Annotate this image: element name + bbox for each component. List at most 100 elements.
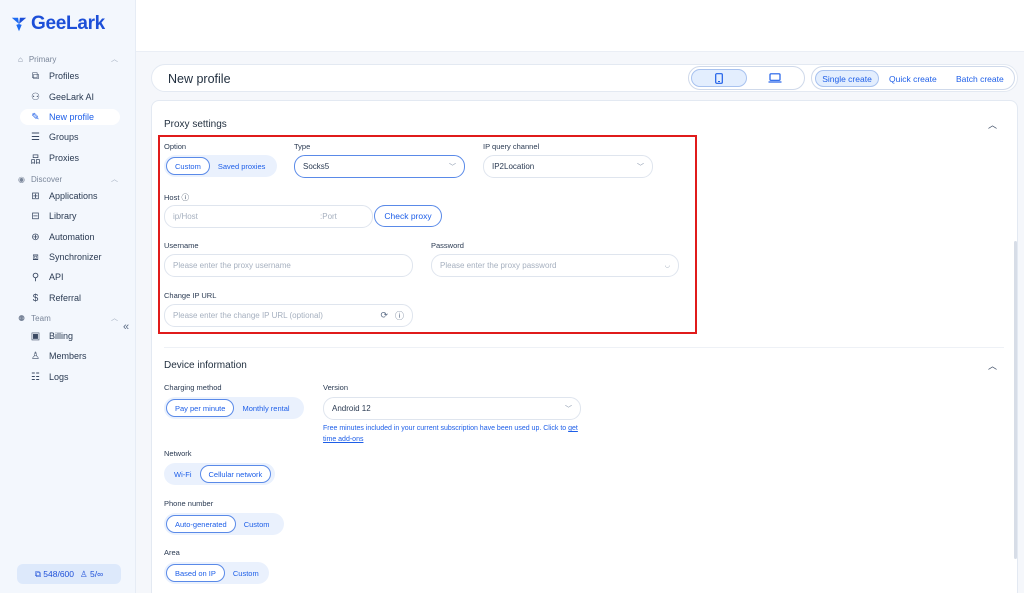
members-quota: ♙ 5/∞ <box>80 568 104 579</box>
laptop-icon <box>768 73 782 83</box>
users-icon: ⚉ <box>18 313 26 323</box>
charging-method-label: Charging method <box>164 383 222 392</box>
password-input[interactable]: Please enter the proxy password ◡ <box>431 254 679 277</box>
robot-icon: ⊕ <box>31 231 40 243</box>
edit-icon: ✎ <box>31 111 40 123</box>
quota-badge[interactable]: ⧉ 548/600 ♙ 5/∞ <box>17 564 121 584</box>
section-divider <box>164 347 1004 348</box>
eye-icon: ◉ <box>18 174 25 184</box>
proxy-icon: 品 <box>30 154 41 166</box>
network-segment: Wi-Fi Cellular network <box>164 463 275 485</box>
host-placeholder: ip/Host <box>173 212 198 221</box>
option-wifi[interactable]: Wi-Fi <box>166 465 200 483</box>
device-toggle <box>688 66 805 90</box>
page-title: New profile <box>168 72 231 86</box>
logo[interactable]: GeeLark <box>10 13 105 35</box>
profiles-quota: ⧉ 548/600 <box>34 568 75 579</box>
section-discover[interactable]: ◉ Discover ︿ <box>18 174 118 184</box>
profiles-icon: ⧉ <box>34 568 41 579</box>
library-icon: ⊟ <box>31 210 40 222</box>
chevron-down-icon: ﹀ <box>565 405 572 413</box>
ai-icon: ⚇ <box>31 91 40 103</box>
laptop-device-button[interactable] <box>747 69 803 87</box>
phone-number-label: Phone number <box>164 499 214 508</box>
username-input[interactable]: Please enter the proxy username <box>164 254 413 277</box>
area-label: Area <box>164 548 180 557</box>
device-info-title: Device information <box>164 360 247 371</box>
change-ip-url-label: Change IP URL <box>164 291 217 300</box>
option-saved-proxies[interactable]: Saved proxies <box>210 157 274 175</box>
sidebar: GeeLark ⌂ Primary ︿ ⧉ Profiles ⚇ GeeLark A… <box>0 0 136 593</box>
person-icon: ♙ <box>31 350 40 362</box>
sidebar-item-logs[interactable]: ☷ Logs <box>20 369 120 385</box>
option-custom[interactable]: Custom <box>166 157 210 175</box>
help-icon[interactable]: ⓘ <box>182 193 190 202</box>
phone-device-button[interactable] <box>691 69 747 87</box>
sidebar-item-library[interactable]: ⊟ Library <box>20 208 120 224</box>
batch-create-tab[interactable]: Batch create <box>956 70 1004 87</box>
sidebar-item-new-profile[interactable]: ✎ New profile <box>20 109 120 125</box>
option-monthly-rental[interactable]: Monthly rental <box>234 399 297 417</box>
change-ip-url-input[interactable]: Please enter the change IP URL (optional… <box>164 304 413 327</box>
hide-password-icon[interactable]: ◡ <box>665 262 670 269</box>
logs-icon: ☷ <box>31 371 40 383</box>
option-phone-custom[interactable]: Custom <box>236 515 278 533</box>
quick-create-tab[interactable]: Quick create <box>889 70 937 87</box>
scrollbar[interactable] <box>1014 241 1017 559</box>
sidebar-item-synchronizer[interactable]: ⧈ Synchronizer <box>20 249 120 265</box>
sidebar-item-profiles[interactable]: ⧉ Profiles <box>20 68 120 84</box>
api-icon: ⚲ <box>31 271 40 283</box>
info-icon[interactable]: ⓘ <box>395 309 404 322</box>
sidebar-item-groups[interactable]: ☰ Groups <box>20 129 120 145</box>
section-team[interactable]: ⚉ Team ︿ <box>18 313 118 323</box>
sidebar-item-proxies[interactable]: 品 Proxies <box>20 150 120 166</box>
ip-query-channel-select[interactable]: IP2Location ﹀ <box>483 155 653 178</box>
network-label: Network <box>164 449 192 458</box>
collapse-proxy-icon[interactable]: ︿ <box>988 118 997 131</box>
area-segment: Based on IP Custom <box>164 562 269 584</box>
collapse-device-icon[interactable]: ︿ <box>988 359 997 372</box>
host-input[interactable]: ip/Host :Port <box>164 205 373 228</box>
sidebar-item-applications[interactable]: ⊞ Applications <box>20 188 120 204</box>
sidebar-item-members[interactable]: ♙ Members <box>20 348 120 364</box>
top-bar <box>136 0 1024 52</box>
chevron-down-icon: ﹀ <box>637 163 644 171</box>
page-header: New profile Single create Quick create B… <box>151 64 1018 92</box>
option-pay-per-minute[interactable]: Pay per minute <box>166 399 235 417</box>
collapse-sidebar-icon[interactable]: « <box>123 321 129 333</box>
version-select[interactable]: Android 12 ﹀ <box>323 397 581 420</box>
username-label: Username <box>164 241 199 250</box>
sidebar-item-automation[interactable]: ⊕ Automation <box>20 229 120 245</box>
check-proxy-button[interactable]: Check proxy <box>374 205 442 227</box>
sidebar-item-billing[interactable]: ▣ Billing <box>20 328 120 344</box>
grid-icon: ⊞ <box>31 190 40 202</box>
person-icon: ♙ <box>80 568 88 579</box>
home-icon: ⌂ <box>18 54 23 64</box>
proxy-settings-title: Proxy settings <box>164 119 227 130</box>
chevron-up-icon: ︿ <box>111 56 118 63</box>
single-create-tab[interactable]: Single create <box>815 70 879 87</box>
option-cellular-network[interactable]: Cellular network <box>199 465 272 483</box>
proxy-type-select[interactable]: Socks5 ﹀ <box>294 155 465 178</box>
sidebar-item-api[interactable]: ⚲ API <box>20 269 120 285</box>
billing-icon: ▣ <box>30 330 41 342</box>
list-icon: ☰ <box>31 131 40 143</box>
option-auto-generated[interactable]: Auto-generated <box>166 515 236 533</box>
option-label: Option <box>164 142 187 151</box>
version-label: Version <box>323 383 349 392</box>
form-card: Proxy settings ︿ Option Custom Saved pro… <box>151 100 1018 593</box>
section-primary[interactable]: ⌂ Primary ︿ <box>18 54 118 64</box>
port-input[interactable]: :Port <box>320 212 337 221</box>
option-based-on-ip[interactable]: Based on IP <box>166 564 225 582</box>
subscription-note: Free minutes included in your current su… <box>323 425 578 443</box>
chevron-up-icon: ︿ <box>111 176 118 183</box>
password-label: Password <box>431 241 464 250</box>
profiles-icon: ⧉ <box>31 70 40 82</box>
refresh-icon[interactable]: ⟳ <box>380 310 388 321</box>
create-mode-toggle: Single create Quick create Batch create <box>811 66 1015 90</box>
sidebar-item-geelark-ai[interactable]: ⚇ GeeLark AI <box>20 89 120 105</box>
sidebar-item-referral[interactable]: $ Referral <box>20 290 120 306</box>
sync-icon: ⧈ <box>32 251 39 263</box>
option-area-custom[interactable]: Custom <box>225 564 267 582</box>
charging-method-segment: Pay per minute Monthly rental <box>164 397 304 419</box>
